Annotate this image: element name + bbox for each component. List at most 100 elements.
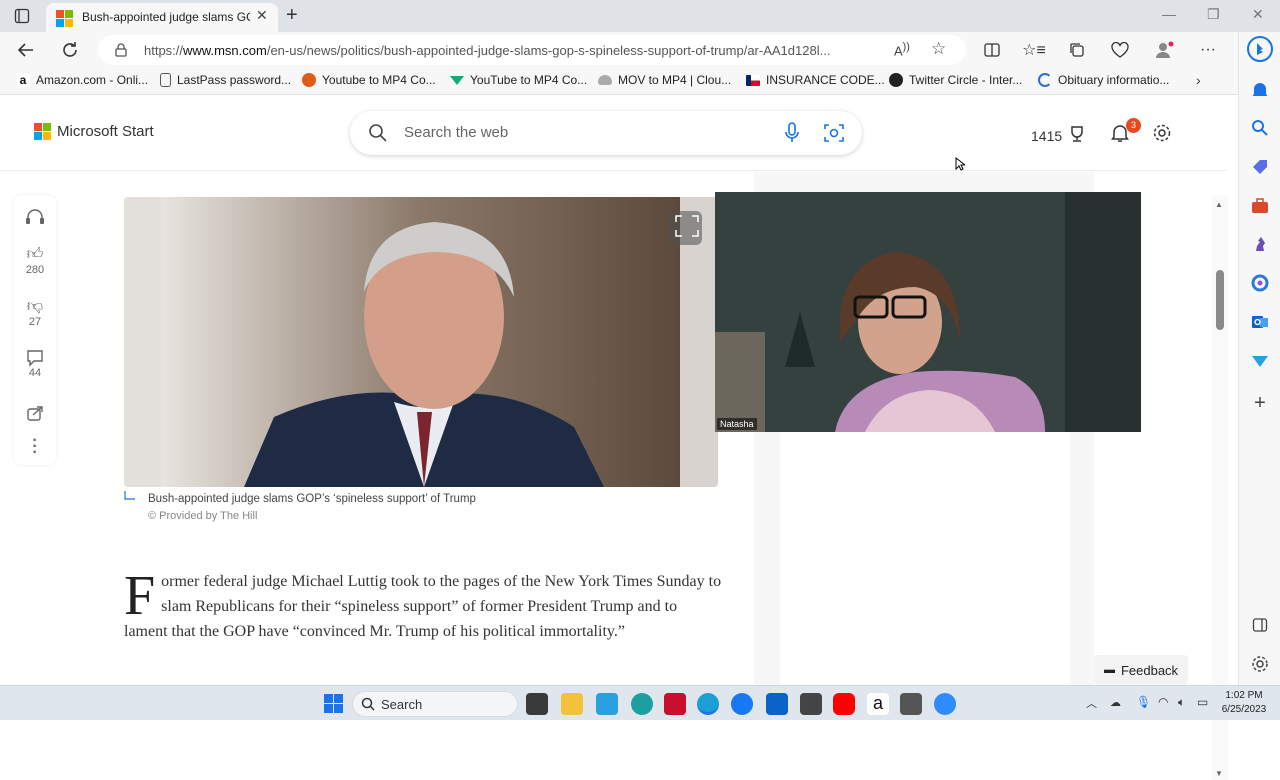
favorite-item[interactable]: INSURANCE CODE... (746, 73, 885, 87)
facebook-icon[interactable] (731, 693, 753, 715)
search-icon (368, 123, 388, 143)
weather-widget-icon[interactable] (596, 693, 618, 715)
mcafee-icon[interactable] (664, 693, 686, 715)
battery-icon[interactable]: ▭ (1197, 695, 1208, 709)
maximize-icon[interactable]: ❐ (1207, 6, 1220, 23)
search-sidebar-icon[interactable] (1246, 115, 1274, 141)
zoom-icon[interactable] (934, 693, 956, 715)
lock-icon[interactable] (114, 43, 128, 57)
clock-time: 1:02 PM (1225, 690, 1263, 701)
split-screen-icon[interactable] (982, 40, 1002, 60)
add-sidebar-app-icon[interactable]: + (1246, 390, 1274, 416)
participant-name: Natasha (717, 418, 757, 430)
caption-corner-icon (124, 491, 136, 501)
collections-icon[interactable] (1067, 40, 1087, 60)
system-clock[interactable]: 1:02 PM 6/25/2023 (1212, 689, 1276, 717)
article-paragraph: ormer federal judge Michael Luttig took … (124, 573, 722, 640)
article-hero-image (124, 197, 718, 487)
microsoft-store-icon[interactable] (800, 693, 822, 715)
back-icon[interactable] (16, 40, 36, 60)
favorite-item[interactable]: LastPass password... (160, 73, 291, 87)
dislike-button[interactable]: 👎︎ 27 (14, 297, 56, 328)
sidebar-settings-icon[interactable] (1246, 651, 1274, 677)
comments-button[interactable]: 44 (14, 349, 56, 379)
circle-icon (889, 73, 903, 87)
microphone-tray-icon[interactable]: 🎙︎ (1136, 695, 1151, 709)
favorite-item[interactable]: MOV to MP4 | Clou... (598, 73, 731, 87)
more-options-icon[interactable]: · · · (14, 433, 56, 461)
settings-gear-icon[interactable] (1152, 123, 1172, 143)
favorite-item[interactable]: Twitter Circle - Inter... (889, 73, 1022, 87)
clock-date: 6/25/2023 (1221, 704, 1267, 715)
listen-headphones-icon[interactable] (14, 207, 56, 225)
read-aloud-icon[interactable]: A)) (894, 41, 910, 58)
thumbs-up-icon: 👍︎ (26, 246, 44, 263)
share-icon[interactable] (14, 405, 56, 421)
favorite-item[interactable]: Obituary informatio... (1038, 73, 1169, 87)
edge-sidebar: + (1238, 32, 1280, 685)
rewards-points[interactable]: 1415 (1031, 128, 1062, 144)
comment-bubble-icon (27, 350, 43, 367)
participant-video-feed (715, 192, 1141, 432)
file-explorer-icon[interactable] (561, 693, 583, 715)
favorites-icon[interactable]: ☆≡ (1022, 40, 1046, 60)
drop-send-icon[interactable] (1246, 348, 1274, 374)
volume-icon[interactable]: 🔈︎ (1178, 695, 1185, 710)
tab-actions-icon[interactable] (14, 8, 30, 24)
refresh-icon[interactable] (60, 40, 80, 60)
microsoft-365-icon[interactable] (1246, 270, 1274, 296)
wifi-icon[interactable]: ◠ (1158, 695, 1168, 709)
tools-briefcase-icon[interactable] (1246, 193, 1274, 219)
shopping-tag-icon[interactable] (1246, 154, 1274, 180)
minimize-icon[interactable]: — (1162, 6, 1176, 22)
close-window-icon[interactable]: ✕ (1252, 6, 1264, 23)
browser-essentials-icon[interactable] (1110, 40, 1130, 60)
amazon-taskbar-icon[interactable]: a (867, 693, 889, 715)
drop-cap: F (124, 565, 156, 627)
youtube-icon[interactable] (833, 693, 855, 715)
games-chess-icon[interactable] (1246, 231, 1274, 257)
favorites-overflow-icon[interactable]: › (1196, 72, 1201, 88)
favorite-item[interactable]: Youtube to MP4 Co... (302, 73, 436, 87)
network-tray-icon[interactable]: ☁ (1110, 696, 1121, 709)
trophy-icon[interactable] (1068, 125, 1086, 143)
taskbar-search[interactable]: Search (352, 691, 518, 717)
favorite-item[interactable]: a Amazon.com - Onli... (16, 73, 148, 87)
notifications-icon[interactable] (1246, 77, 1274, 103)
video-call-overlay[interactable]: Natasha (715, 192, 1141, 432)
play-icon (302, 73, 316, 87)
like-count: 280 (25, 264, 45, 276)
new-tab-icon[interactable]: + (286, 4, 298, 27)
mouse-cursor-icon (955, 157, 965, 171)
favorites-bar: a Amazon.com - Onli... LastPass password.… (0, 68, 1238, 95)
more-menu-icon[interactable]: ··· (1198, 40, 1218, 60)
url-text[interactable]: https://www.msn.com/en-us/news/politics/… (144, 43, 884, 58)
app-icon[interactable] (631, 693, 653, 715)
outlook-taskbar-icon[interactable] (766, 693, 788, 715)
microsoft-start-logo[interactable]: Microsoft Start (34, 123, 154, 140)
outlook-icon[interactable] (1246, 309, 1274, 335)
bing-chat-icon[interactable] (1246, 36, 1274, 62)
web-search-box[interactable]: Search the web (350, 111, 862, 155)
profile-icon[interactable] (1154, 40, 1174, 60)
microphone-icon[interactable] (784, 122, 800, 144)
address-bar[interactable]: https://www.msn.com/en-us/news/politics/… (98, 35, 966, 65)
scroll-down-icon[interactable]: ▼ (1215, 769, 1223, 778)
windows-start-icon[interactable] (324, 694, 343, 713)
tray-overflow-icon[interactable]: ︿ (1086, 695, 1097, 711)
visual-search-icon[interactable] (824, 123, 844, 143)
favorite-star-icon[interactable]: ☆ (931, 39, 946, 59)
camera-icon[interactable] (900, 693, 922, 715)
hide-sidebar-icon[interactable] (1246, 612, 1274, 638)
scroll-up-icon[interactable]: ▲ (1215, 200, 1223, 209)
edge-taskbar-icon[interactable] (697, 693, 719, 715)
feedback-button[interactable]: ▬ Feedback (1094, 655, 1188, 685)
active-tab[interactable]: Bush-appointed judge slams GO ✕ (46, 3, 278, 32)
search-placeholder: Search the web (404, 124, 509, 141)
like-button[interactable]: 👍︎ 280 (14, 245, 56, 276)
favorite-item[interactable]: YouTube to MP4 Co... (450, 73, 587, 87)
ad-placeholder (780, 432, 1070, 685)
close-tab-icon[interactable]: ✕ (256, 7, 268, 24)
task-view-icon[interactable] (526, 693, 548, 715)
scrollbar-thumb[interactable] (1216, 270, 1224, 330)
